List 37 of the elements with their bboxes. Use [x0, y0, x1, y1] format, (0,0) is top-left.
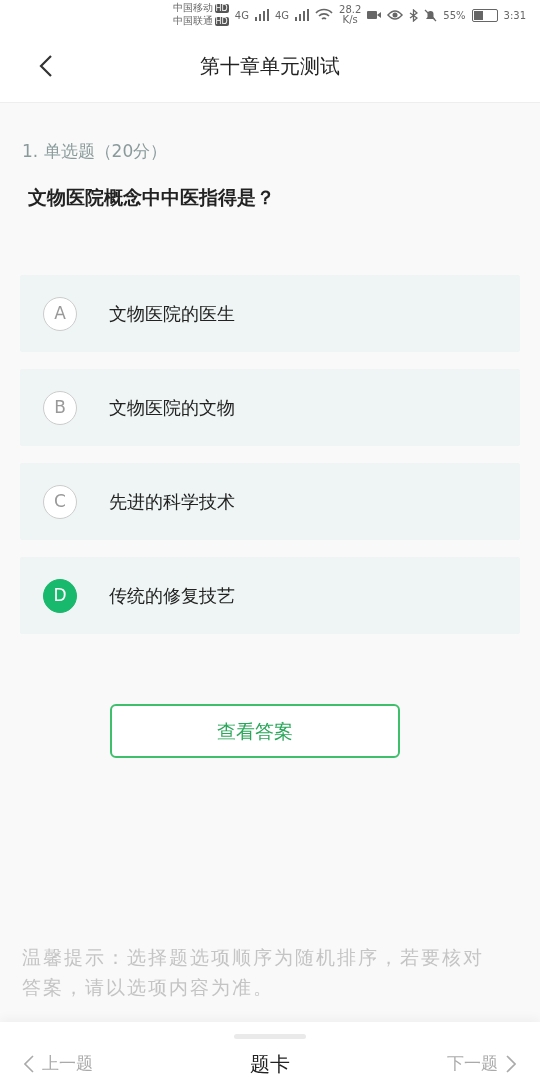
- option-letter: A: [43, 296, 77, 331]
- hd-tag: HD: [214, 4, 229, 13]
- chevron-right-icon: [506, 1055, 516, 1073]
- chevron-left-icon: [39, 54, 53, 79]
- battery-icon: [471, 8, 498, 22]
- page-title: 第十章单元测试: [199, 53, 341, 80]
- signal-icon: [254, 9, 269, 21]
- battery-percent: 55%: [443, 8, 466, 23]
- answer-option[interactable]: D 传统的修复技艺: [20, 557, 520, 634]
- carrier-name: 中国联通: [172, 15, 213, 26]
- option-text: 传统的修复技艺: [109, 584, 235, 608]
- signal-icon: [295, 9, 310, 21]
- question-card-button[interactable]: 题卡: [250, 1049, 290, 1079]
- camera-icon: [367, 10, 382, 20]
- clock: 3:31: [503, 8, 526, 23]
- bell-muted-icon: [424, 8, 438, 22]
- option-letter: B: [43, 390, 77, 425]
- option-text: 文物医院的医生: [109, 302, 235, 326]
- network-label: 4G: [274, 8, 290, 23]
- bluetooth-icon: [409, 8, 419, 22]
- chevron-left-icon: [24, 1055, 34, 1073]
- question-type: 1. 单选题（20分）: [22, 140, 169, 163]
- option-text: 文物医院的文物: [109, 396, 235, 420]
- answer-option[interactable]: A 文物医院的医生: [20, 275, 520, 352]
- network-label: 4G: [234, 8, 249, 23]
- option-letter: C: [43, 484, 77, 519]
- carrier-name: 中国移动: [172, 2, 213, 13]
- eye-icon: [387, 10, 404, 20]
- speed-unit: K/s: [341, 15, 359, 25]
- answer-option[interactable]: B 文物医院的文物: [20, 369, 520, 446]
- wifi-icon: [315, 8, 334, 22]
- question-text: 文物医院概念中中医指得是？: [28, 184, 276, 210]
- hd-tag: HD: [214, 17, 229, 26]
- answer-option[interactable]: C 先进的科学技术: [20, 463, 520, 540]
- option-text: 先进的科学技术: [109, 490, 235, 514]
- option-letter: D: [43, 578, 77, 613]
- speed-value: 28.2: [339, 5, 362, 15]
